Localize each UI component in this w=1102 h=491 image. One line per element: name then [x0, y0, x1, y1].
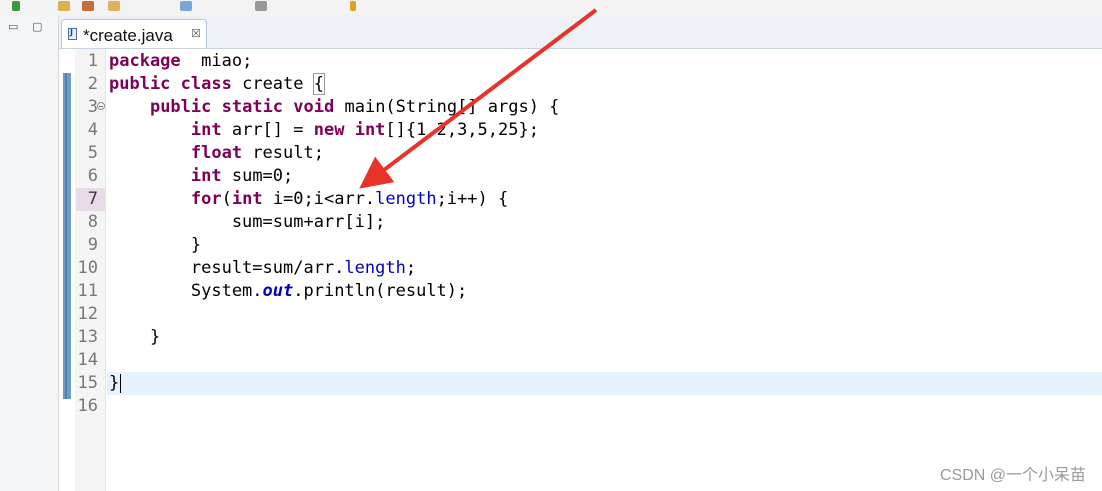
red-arrow-annotation [359, 8, 598, 189]
watermark: CSDN @一个小呆苗 [939, 467, 1086, 484]
